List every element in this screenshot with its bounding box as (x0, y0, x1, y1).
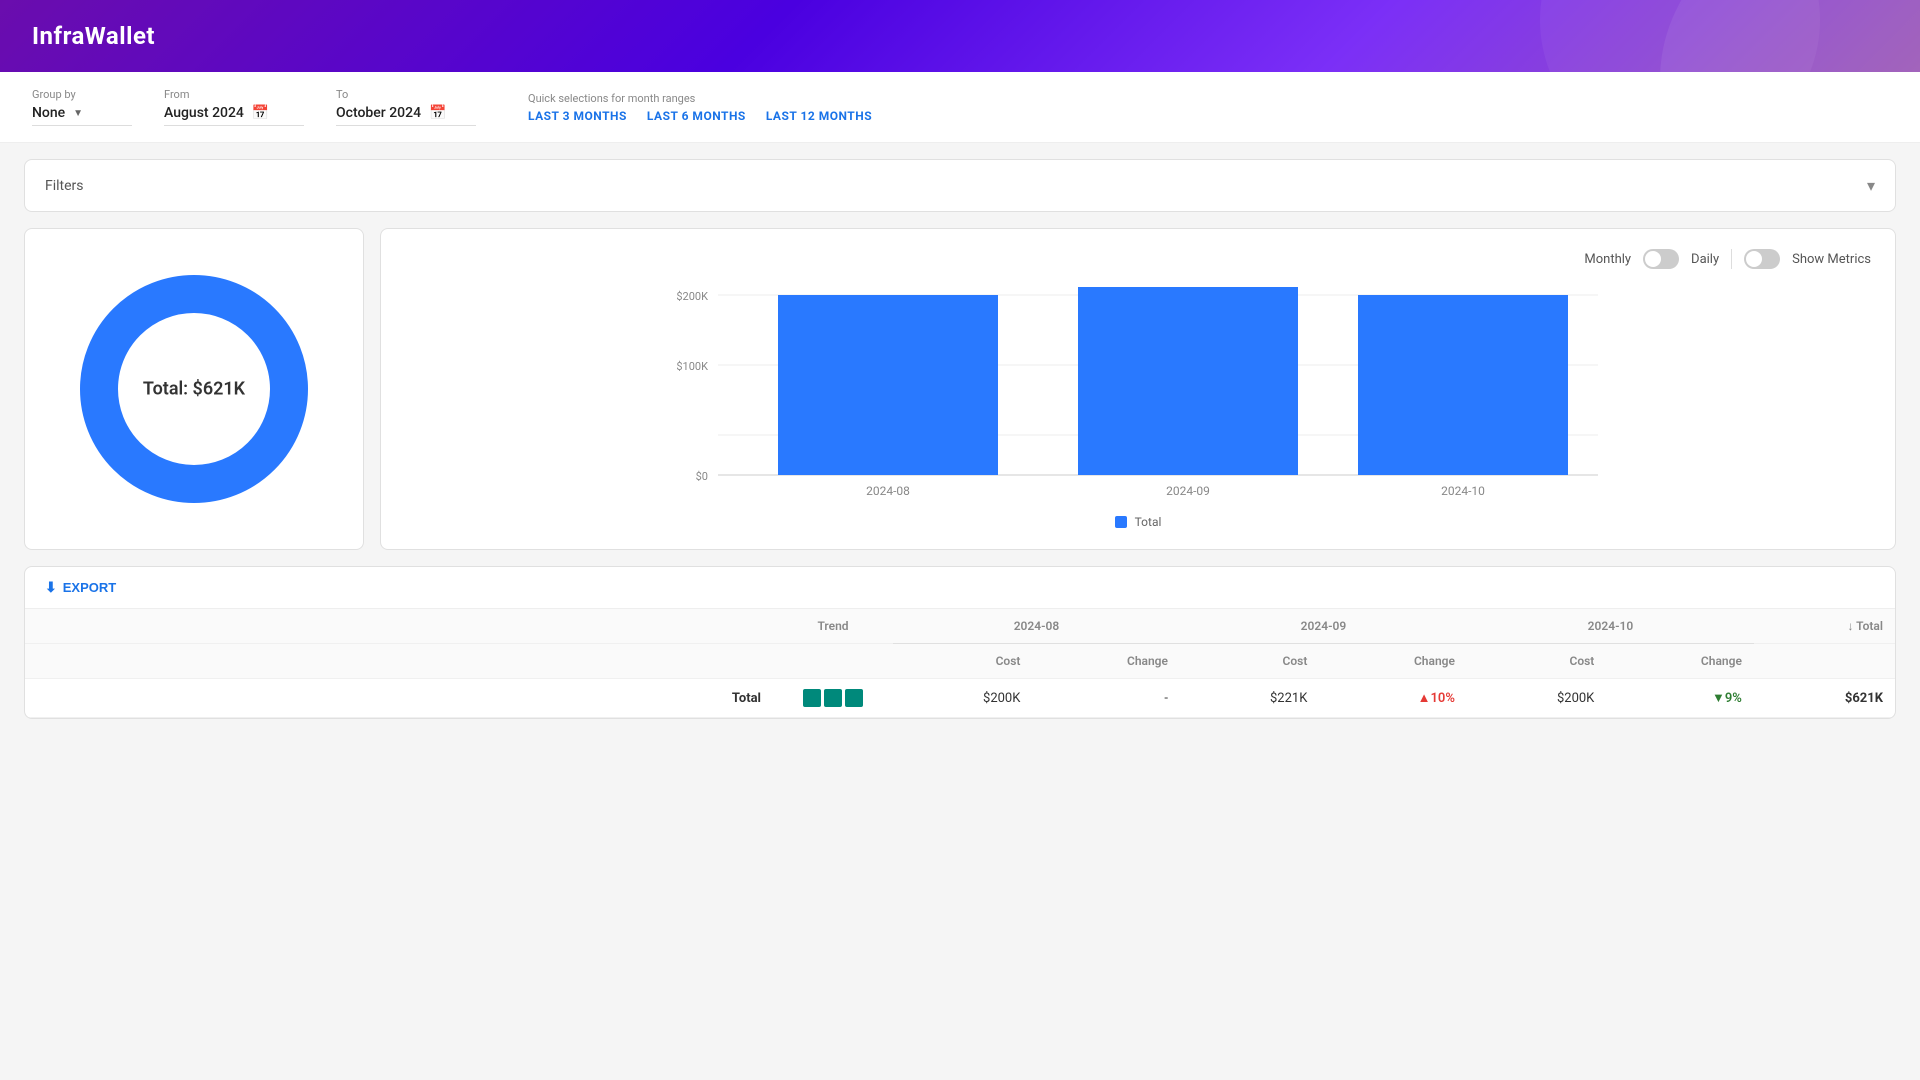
app-logo: InfraWallet (32, 22, 155, 50)
from-value: August 2024 (164, 105, 244, 121)
export-bar: ⬇ EXPORT (25, 567, 1895, 609)
filters-label: Filters (45, 178, 84, 194)
change-09: ▲10% (1319, 679, 1467, 718)
col-name-sub (25, 644, 773, 679)
svg-text:$100K: $100K (676, 360, 708, 373)
cost-09: $221K (1180, 679, 1319, 718)
trend-bar-2 (824, 689, 842, 707)
controls-bar: Group by None ▼ From August 2024 📅 To Oc… (0, 72, 1920, 143)
donut-chart: Total: $621K (74, 269, 314, 509)
col-08-change: Change (1032, 644, 1180, 679)
last-3-months-link[interactable]: LAST 3 MONTHS (528, 109, 627, 123)
col-name-header (25, 609, 773, 644)
svg-text:2024-08: 2024-08 (866, 484, 910, 498)
from-label: From (164, 88, 304, 101)
col-09-cost: Cost (1180, 644, 1319, 679)
toggle-knob (1645, 251, 1661, 267)
group-by-select[interactable]: None ▼ (32, 105, 132, 126)
monthly-toggle[interactable] (1643, 249, 1679, 269)
row-trend (773, 679, 893, 718)
svg-text:2024-09: 2024-09 (1166, 484, 1210, 498)
from-control: From August 2024 📅 (164, 88, 304, 126)
quick-links-group: LAST 3 MONTHS LAST 6 MONTHS LAST 12 MONT… (528, 109, 872, 123)
to-value: October 2024 (336, 105, 421, 121)
chart-legend: Total (405, 515, 1871, 529)
charts-area: Total: $621K Monthly Daily Show Metrics (24, 228, 1896, 550)
data-table: Trend 2024-08 2024-09 2024-10 ↓ Total Co… (25, 609, 1895, 718)
col-total-header: ↓ Total (1754, 609, 1895, 644)
calendar-icon-to[interactable]: 📅 (429, 105, 446, 121)
to-input[interactable]: October 2024 📅 (336, 105, 476, 126)
group-by-label: Group by (32, 88, 132, 101)
svg-text:$0: $0 (696, 470, 708, 483)
download-icon: ⬇ (45, 579, 57, 596)
col-trend-header: Trend (773, 609, 893, 644)
table-header-sub-row: Cost Change Cost Change Cost Change (25, 644, 1895, 679)
change-08: - (1032, 679, 1180, 718)
group-by-value: None (32, 105, 65, 121)
app-header: InfraWallet (0, 0, 1920, 72)
bar-2024-09 (1078, 287, 1298, 475)
cost-10: $200K (1467, 679, 1606, 718)
bar-panel: Monthly Daily Show Metrics $200K $100K (380, 228, 1896, 550)
col-08-cost: Cost (893, 644, 1032, 679)
svg-text:2024-10: 2024-10 (1441, 484, 1485, 498)
col-10-change: Change (1606, 644, 1754, 679)
show-metrics-label: Show Metrics (1792, 252, 1871, 267)
trend-bar-3 (845, 689, 863, 707)
col-total-sub (1754, 644, 1895, 679)
sort-down-icon: ↓ (1847, 619, 1853, 633)
calendar-icon[interactable]: 📅 (252, 105, 269, 121)
divider (1731, 249, 1732, 269)
legend-dot-total (1115, 516, 1127, 528)
donut-total-label: Total: $621K (143, 379, 245, 400)
table-area: ⬇ EXPORT Trend 2024-08 2024-09 2024-10 ↓… (24, 566, 1896, 719)
to-control: To October 2024 📅 (336, 88, 476, 126)
table-header-group-row: Trend 2024-08 2024-09 2024-10 ↓ Total (25, 609, 1895, 644)
col-09-change: Change (1319, 644, 1467, 679)
change-10: ▼9% (1606, 679, 1754, 718)
col-trend-sub (773, 644, 893, 679)
row-name-total: Total (25, 679, 773, 718)
monthly-label: Monthly (1584, 252, 1631, 267)
export-button[interactable]: ⬇ EXPORT (45, 579, 116, 596)
filters-bar[interactable]: Filters ▾ (24, 159, 1896, 212)
quick-label: Quick selections for month ranges (528, 92, 872, 105)
export-label: EXPORT (63, 580, 116, 595)
cost-08: $200K (893, 679, 1032, 718)
row-total: $621K (1754, 679, 1895, 718)
from-input[interactable]: August 2024 📅 (164, 105, 304, 126)
chevron-down-icon: ▼ (73, 108, 83, 119)
last-6-months-link[interactable]: LAST 6 MONTHS (647, 109, 746, 123)
bar-chart-area: $200K $100K $0 2024-08 2024-09 2024-10 (405, 285, 1871, 505)
bar-2024-10 (1358, 295, 1568, 475)
col-2024-09-header: 2024-09 (1180, 609, 1467, 644)
chart-controls: Monthly Daily Show Metrics (405, 249, 1871, 269)
table-row: Total $200K - $221K ▲10% $200K ▼9% $621K (25, 679, 1895, 718)
daily-label: Daily (1691, 252, 1719, 267)
quick-selections: Quick selections for month ranges LAST 3… (528, 92, 872, 123)
toggle-knob-metrics (1746, 251, 1762, 267)
legend-total-label: Total (1135, 515, 1162, 529)
col-2024-08-header: 2024-08 (893, 609, 1180, 644)
last-12-months-link[interactable]: LAST 12 MONTHS (766, 109, 872, 123)
to-label: To (336, 88, 476, 101)
donut-panel: Total: $621K (24, 228, 364, 550)
col-2024-10-header: 2024-10 (1467, 609, 1754, 644)
trend-bars (785, 689, 881, 707)
show-metrics-toggle[interactable] (1744, 249, 1780, 269)
chevron-down-icon: ▾ (1867, 176, 1875, 195)
trend-bar-1 (803, 689, 821, 707)
group-by-control: Group by None ▼ (32, 88, 132, 126)
col-10-cost: Cost (1467, 644, 1606, 679)
svg-text:$200K: $200K (676, 290, 708, 303)
bar-2024-08 (778, 295, 998, 475)
bar-chart-svg: $200K $100K $0 2024-08 2024-09 2024-10 (405, 285, 1871, 505)
